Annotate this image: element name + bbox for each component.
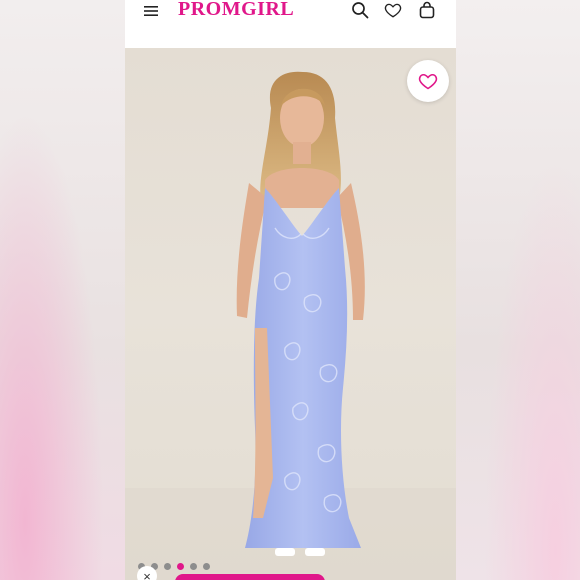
- background-left: [0, 0, 125, 580]
- gallery-dot[interactable]: [164, 563, 171, 570]
- heart-icon[interactable]: [384, 1, 402, 19]
- brand-logo[interactable]: PROMGIRL: [178, 0, 294, 21]
- bottom-action-button[interactable]: [175, 574, 325, 580]
- mobile-screen: PROMGIRL ×: [125, 0, 456, 580]
- search-icon[interactable]: [351, 1, 369, 19]
- product-image[interactable]: ×: [125, 48, 456, 580]
- close-button[interactable]: ×: [137, 566, 157, 580]
- top-navigation-bar: PROMGIRL: [125, 0, 456, 48]
- heart-outline-icon: [418, 73, 438, 90]
- menu-icon[interactable]: [144, 4, 158, 16]
- gallery-dot-active[interactable]: [177, 563, 184, 570]
- dress-photo: [125, 71, 456, 580]
- shopping-bag-icon[interactable]: [418, 1, 436, 19]
- favorite-button[interactable]: [407, 60, 449, 102]
- gallery-dot[interactable]: [203, 563, 210, 570]
- gallery-dot[interactable]: [190, 563, 197, 570]
- background-right: [456, 0, 580, 580]
